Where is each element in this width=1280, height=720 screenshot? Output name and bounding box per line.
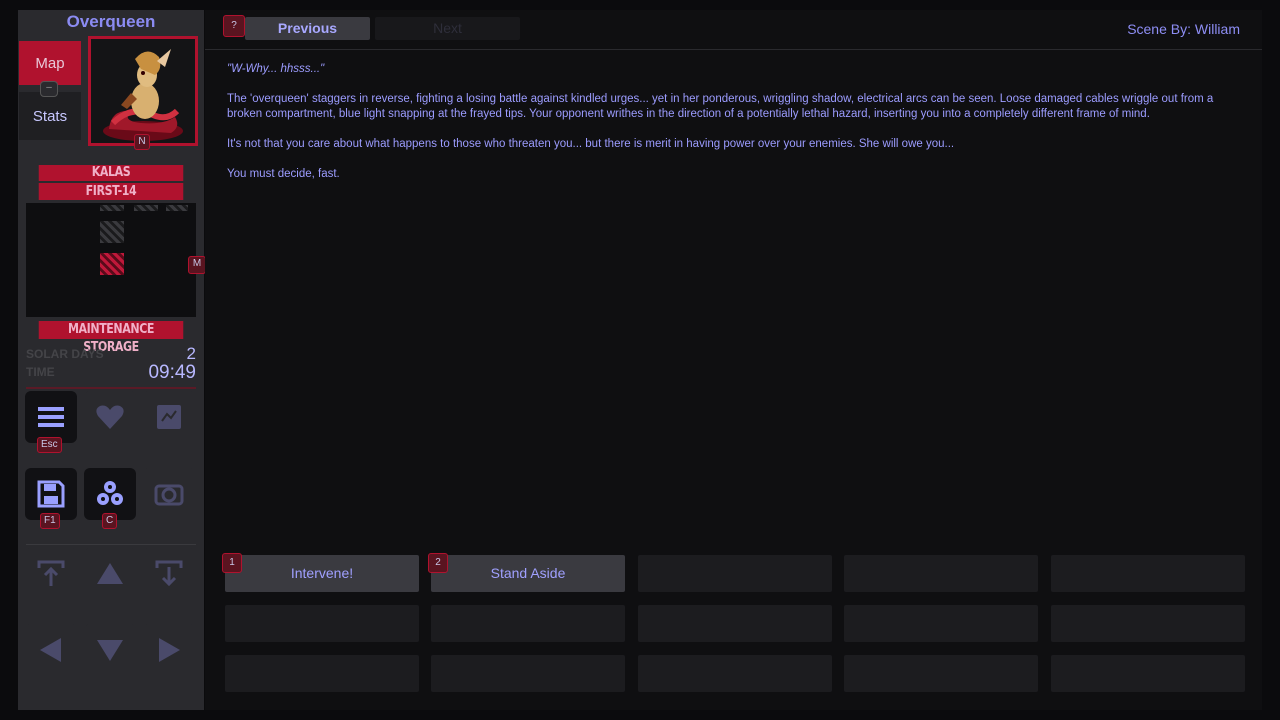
story-paragraph: The 'overqueen' staggers in reverse, fig… xyxy=(227,93,1214,120)
arrow-right-icon xyxy=(159,638,180,662)
scene-author: Scene By: William xyxy=(1127,21,1240,37)
choice-empty xyxy=(844,555,1038,592)
choice-hotkey: 2 xyxy=(428,553,448,573)
next-button[interactable]: Next xyxy=(375,17,520,40)
portrait-hotkey: N xyxy=(134,134,150,150)
location-zone: KALAS xyxy=(38,165,184,181)
menu-icon xyxy=(38,407,64,427)
choice-empty xyxy=(225,655,419,692)
move-south-button[interactable] xyxy=(84,624,136,676)
minimap-current-cell xyxy=(100,253,124,275)
sidebar: Overqueen Map Stats – N KALAS FIRST-14 M… xyxy=(18,10,206,710)
choice-empty xyxy=(844,605,1038,642)
heart-icon xyxy=(96,405,124,429)
camera-button[interactable] xyxy=(143,468,195,520)
story-paragraph: You must decide, fast. xyxy=(227,168,340,180)
solar-days-label: SOLAR DAYS xyxy=(26,347,104,361)
choice-empty xyxy=(638,555,832,592)
choice-empty xyxy=(225,605,419,642)
descend-icon xyxy=(155,560,183,587)
choice-empty xyxy=(1051,605,1245,642)
choice-empty xyxy=(431,655,625,692)
move-north-button[interactable] xyxy=(84,548,136,600)
choice-empty xyxy=(638,605,832,642)
help-button[interactable]: ? xyxy=(223,15,245,37)
arrow-up-icon xyxy=(97,563,123,584)
choice-empty xyxy=(844,655,1038,692)
arrow-left-icon xyxy=(40,638,61,662)
time-label: TIME xyxy=(26,365,55,379)
choice-empty xyxy=(1051,555,1245,592)
save-hotkey: F1 xyxy=(40,513,60,529)
camera-icon xyxy=(154,484,184,506)
divider xyxy=(26,387,196,389)
journal-button[interactable] xyxy=(143,391,195,443)
choice-empty xyxy=(1051,655,1245,692)
perks-icon xyxy=(97,481,123,505)
choice-empty xyxy=(638,655,832,692)
minimap-cell xyxy=(134,205,158,211)
choice-hotkey: 1 xyxy=(222,553,242,573)
choice-stand-aside-button[interactable]: Stand Aside xyxy=(431,555,625,592)
save-icon xyxy=(37,480,65,508)
minimap-cell xyxy=(166,205,188,211)
minimap-cell xyxy=(100,221,124,243)
story-paragraph: It's not that you care about what happen… xyxy=(227,138,955,150)
main-panel: ? Previous Next Scene By: William "W-Why… xyxy=(205,10,1262,710)
book-icon xyxy=(157,405,181,429)
character-portrait[interactable] xyxy=(88,36,198,146)
minimap[interactable] xyxy=(26,203,196,317)
appearance-button[interactable] xyxy=(84,391,136,443)
minimap-cell xyxy=(100,205,124,211)
time-value: 09:49 xyxy=(148,362,196,383)
menu-hotkey: Esc xyxy=(37,437,62,453)
location-area: FIRST-14 xyxy=(38,183,184,200)
location-room: MAINTENANCE STORAGE xyxy=(38,321,184,355)
divider xyxy=(205,49,1262,50)
move-east-button[interactable] xyxy=(143,624,195,676)
ascend-icon xyxy=(37,560,65,586)
overqueen-portrait-image xyxy=(103,49,183,141)
stats-tab[interactable]: Stats xyxy=(19,92,81,140)
ascend-button[interactable] xyxy=(25,548,77,600)
solar-days-value: 2 xyxy=(186,344,196,363)
main-menu-button[interactable] xyxy=(25,391,77,443)
choice-intervene-button[interactable]: Intervene! xyxy=(225,555,419,592)
story-text: "W-Why... hhsss..." The 'overqueen' stag… xyxy=(227,62,1242,197)
arrow-down-icon xyxy=(97,640,123,661)
choice-empty xyxy=(431,605,625,642)
tab-separator: – xyxy=(40,81,58,97)
character-name: Overqueen xyxy=(66,12,156,31)
story-paragraph: "W-Why... hhsss..." xyxy=(227,63,325,75)
choice-label: Stand Aside xyxy=(490,565,566,581)
divider xyxy=(26,544,196,545)
previous-button[interactable]: Previous xyxy=(245,17,370,40)
map-tab[interactable]: Map xyxy=(19,41,81,85)
map-hotkey: M xyxy=(188,256,206,274)
move-west-button[interactable] xyxy=(25,624,77,676)
descend-button[interactable] xyxy=(143,548,195,600)
perks-hotkey: C xyxy=(102,513,118,529)
